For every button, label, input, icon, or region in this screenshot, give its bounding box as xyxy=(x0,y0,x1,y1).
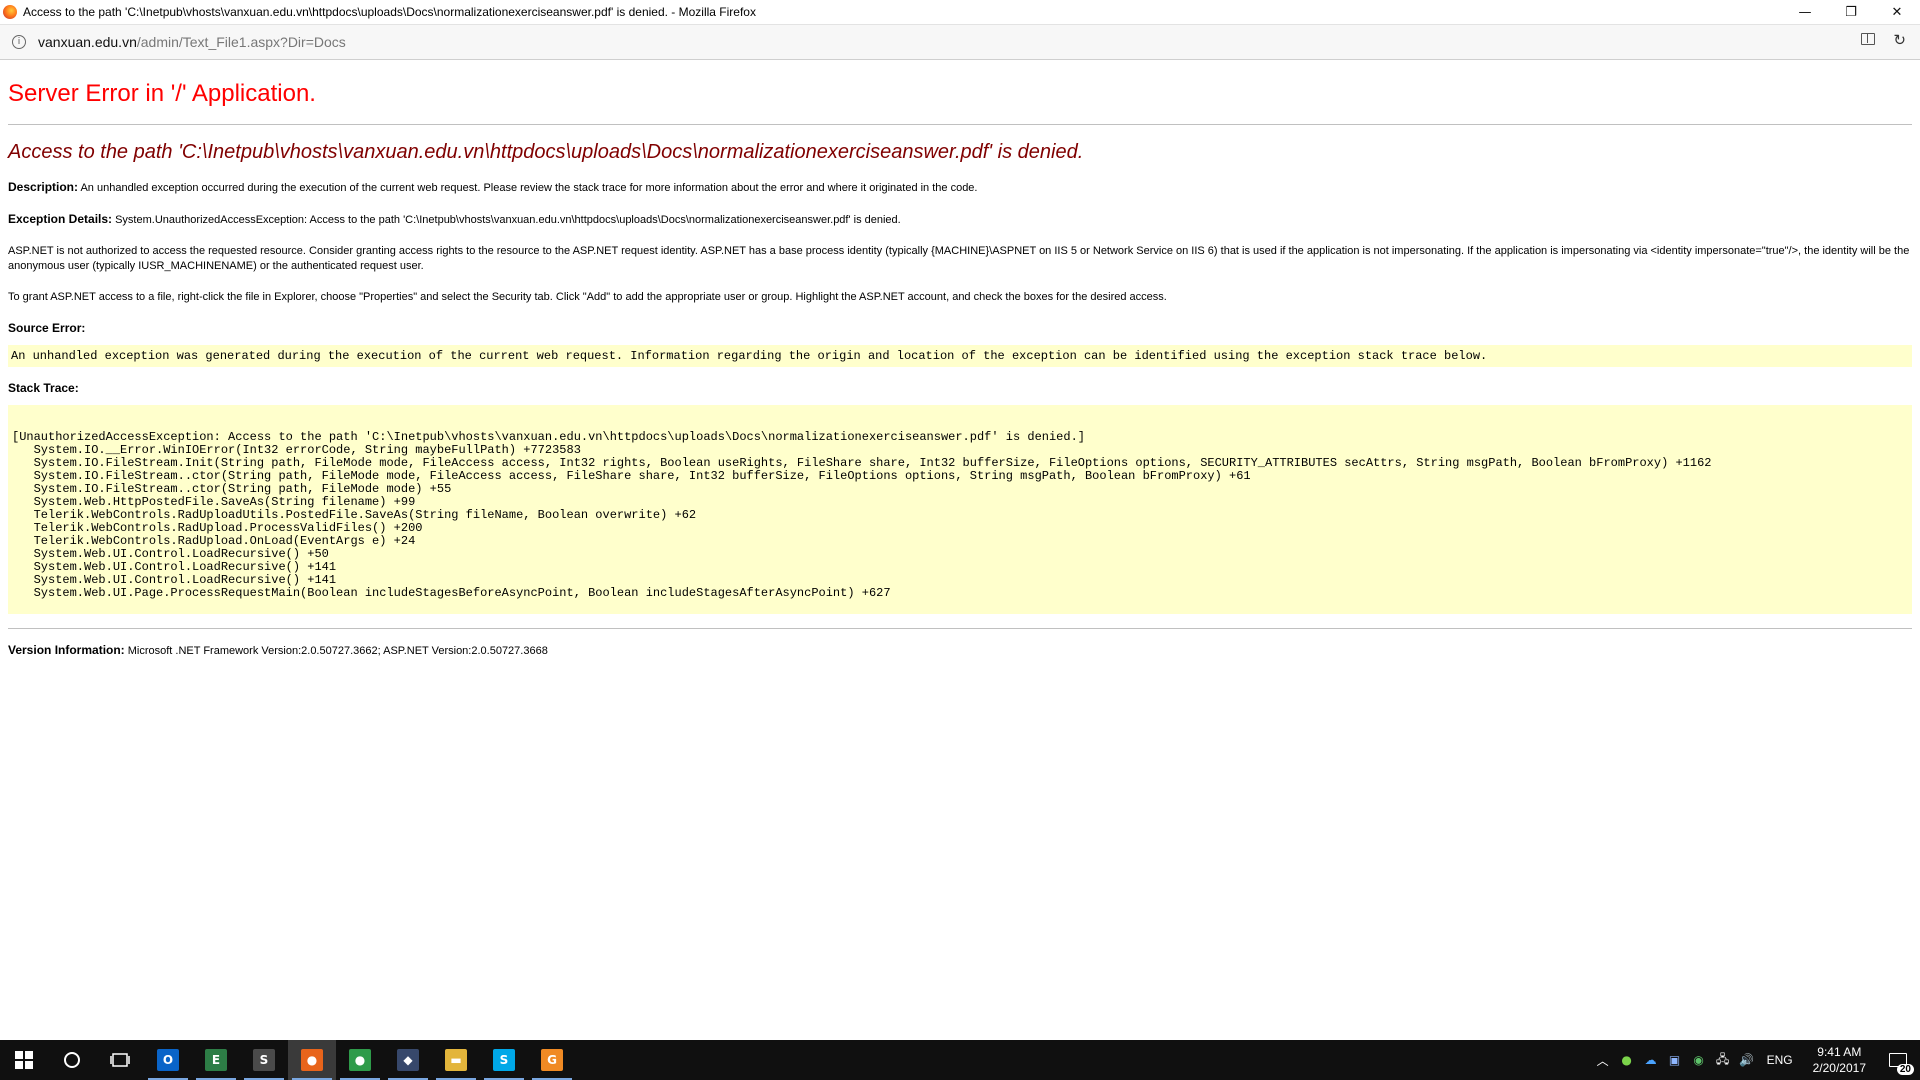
clock[interactable]: 9:41 AM 2/20/2017 xyxy=(1813,1044,1866,1076)
notification-count: 20 xyxy=(1896,1064,1914,1075)
system-tray: ︿ ● ☁ ▣ ◉ 🖧 🔊 ENG 9:41 AM 2/20/2017 20 xyxy=(1591,1040,1920,1080)
start-button[interactable] xyxy=(0,1040,48,1080)
grant-note: To grant ASP.NET access to a file, right… xyxy=(8,291,1167,303)
title-divider xyxy=(8,124,1912,125)
network-icon[interactable]: 🖧 xyxy=(1713,1040,1733,1080)
editor-icon: E xyxy=(205,1049,227,1071)
task-view-button[interactable] xyxy=(96,1040,144,1080)
close-button[interactable]: ✕ xyxy=(1874,0,1920,24)
reader-view-icon[interactable] xyxy=(1861,33,1876,45)
action-center-button[interactable]: 20 xyxy=(1876,1040,1920,1080)
firefox-logo-icon xyxy=(3,5,17,19)
version-label: Version Information: xyxy=(8,643,125,657)
taskbar-app-button[interactable]: ◆ xyxy=(384,1040,432,1080)
exception-text: System.UnauthorizedAccessException: Acce… xyxy=(112,214,901,226)
firefox-icon: ● xyxy=(301,1049,323,1071)
exception-label: Exception Details: xyxy=(8,212,113,226)
taskbar: O E S ● ● ◆ ▬ S G ︿ ● ☁ ▣ ◉ 🖧 🔊 ENG 9:41 AM 2/20… xyxy=(0,1040,1920,1080)
site-info-icon[interactable]: i xyxy=(12,35,26,49)
stack-line: System.Web.UI.Page.ProcessRequestMain(Bo… xyxy=(12,586,891,600)
sync-icon[interactable]: ↻ xyxy=(1893,33,1906,48)
description-label: Description: xyxy=(8,180,79,194)
page-title: Server Error in '/' Application. xyxy=(8,80,316,107)
window-titlebar: Access to the path 'C:\Inetpub\vhosts\va… xyxy=(0,0,1920,24)
clock-time: 9:41 AM xyxy=(1817,1045,1862,1059)
volume-icon[interactable]: 🔊 xyxy=(1737,1040,1757,1080)
show-hidden-icons-button[interactable]: ︿ xyxy=(1593,1040,1613,1080)
windows-start-icon xyxy=(15,1051,33,1069)
url-path: /admin/Text_File1.aspx?Dir=Docs xyxy=(136,34,346,50)
sublime-icon: S xyxy=(253,1049,275,1071)
tray-globe-icon[interactable]: ◉ xyxy=(1689,1040,1709,1080)
app-orange-icon: G xyxy=(541,1049,563,1071)
window-title: Access to the path 'C:\Inetpub\vhosts\va… xyxy=(23,5,756,19)
tray-leaf-icon[interactable]: ● xyxy=(1617,1040,1637,1080)
error-subtitle: Access to the path 'C:\Inetpub\vhosts\va… xyxy=(8,141,1084,163)
stack-trace-box: [UnauthorizedAccessException: Access to … xyxy=(8,405,1912,614)
exception-details: Exception Details: System.UnauthorizedAc… xyxy=(8,212,1912,228)
version-info: Version Information: Microsoft .NET Fram… xyxy=(8,643,1912,657)
page-content: Server Error in '/' Application. Access … xyxy=(8,62,1912,668)
taskbar-app-button[interactable]: G xyxy=(528,1040,576,1080)
taskbar-app-button[interactable]: S xyxy=(480,1040,528,1080)
url-host: vanxuan.edu.vn xyxy=(38,34,137,50)
minimize-button[interactable]: — xyxy=(1782,0,1828,24)
source-error-box: An unhandled exception was generated dur… xyxy=(8,345,1912,367)
onedrive-icon[interactable]: ☁ xyxy=(1641,1040,1661,1080)
version-divider xyxy=(8,628,1912,629)
aspnet-note: ASP.NET is not authorized to access the … xyxy=(8,245,1910,272)
description: Description: An unhandled exception occu… xyxy=(8,180,1912,196)
taskbar-app-button[interactable]: ● xyxy=(336,1040,384,1080)
taskbar-app-button[interactable]: ▬ xyxy=(432,1040,480,1080)
language-indicator[interactable]: ENG xyxy=(1767,1053,1793,1067)
sql-icon: ◆ xyxy=(397,1049,419,1071)
version-text: Microsoft .NET Framework Version:2.0.507… xyxy=(124,645,548,657)
chrome-icon: ● xyxy=(349,1049,371,1071)
taskbar-app-button[interactable]: S xyxy=(240,1040,288,1080)
task-view-icon xyxy=(110,1053,130,1067)
taskbar-app-button[interactable]: E xyxy=(192,1040,240,1080)
restore-button[interactable]: ❐ xyxy=(1828,0,1874,24)
source-error-text: An unhandled exception was generated dur… xyxy=(11,349,1488,363)
stack-trace-label: Stack Trace: xyxy=(8,381,79,395)
taskbar-app-button[interactable]: ● xyxy=(288,1040,336,1080)
taskbar-apps: O E S ● ● ◆ ▬ S G xyxy=(144,1040,576,1080)
url-bar[interactable]: i vanxuan.edu.vn/admin/Text_File1.aspx?D… xyxy=(0,24,1920,60)
outlook-icon: O xyxy=(157,1049,179,1071)
taskbar-app-button[interactable]: O xyxy=(144,1040,192,1080)
tray-app-icon[interactable]: ▣ xyxy=(1665,1040,1685,1080)
file-explorer-icon: ▬ xyxy=(445,1049,467,1071)
source-error-label: Source Error: xyxy=(8,321,86,335)
description-text: An unhandled exception occurred during t… xyxy=(78,182,978,194)
search-circle-icon xyxy=(64,1052,80,1068)
skype-icon: S xyxy=(493,1049,515,1071)
url-text[interactable]: vanxuan.edu.vn/admin/Text_File1.aspx?Dir… xyxy=(38,34,346,50)
cortana-button[interactable] xyxy=(48,1040,96,1080)
clock-date: 2/20/2017 xyxy=(1812,1061,1866,1075)
window-controls: — ❐ ✕ xyxy=(1782,0,1920,24)
